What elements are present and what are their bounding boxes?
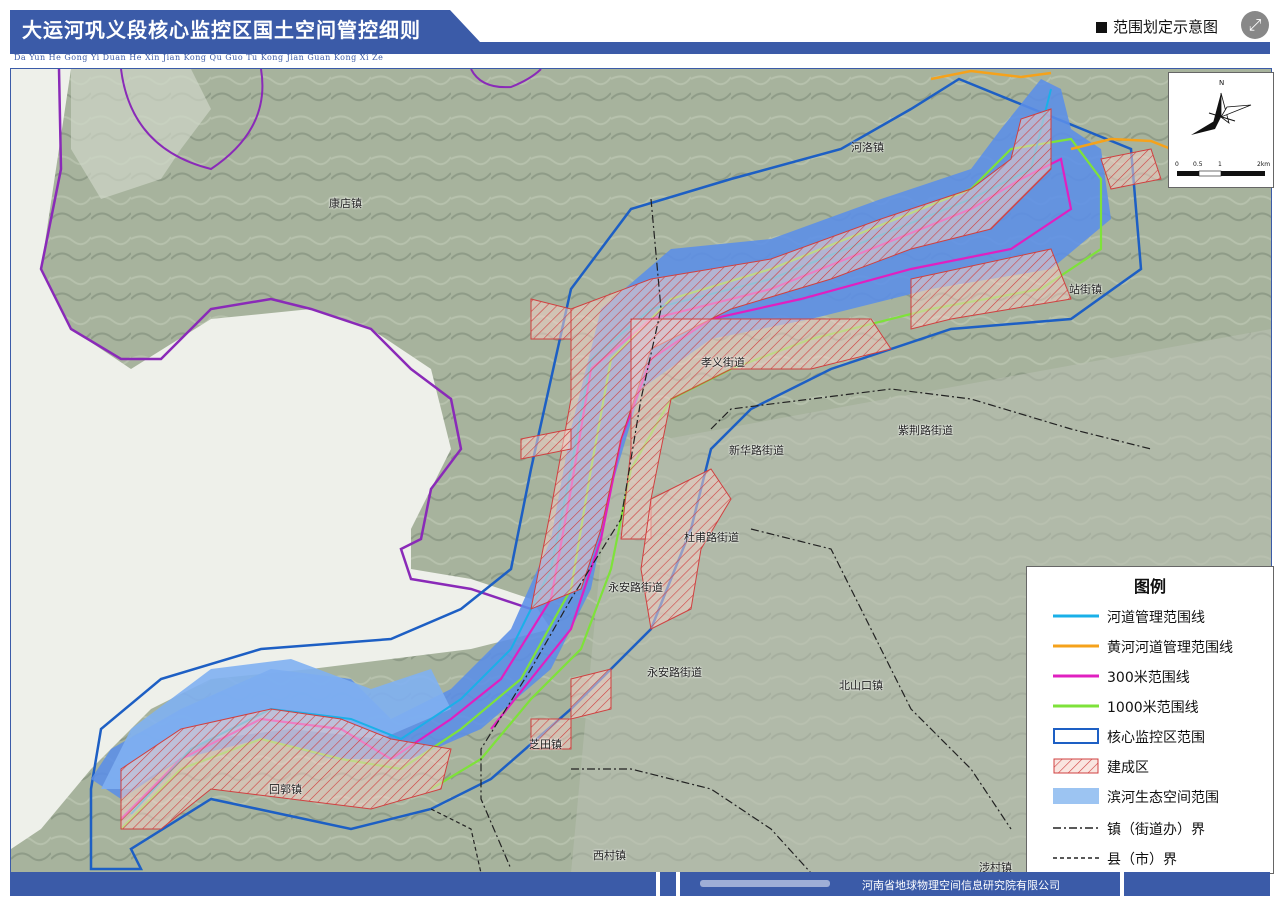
legend-label: 300米范围线	[1107, 670, 1190, 686]
line-swatch-icon	[1053, 614, 1099, 618]
place-label: 北山口镇	[839, 679, 883, 692]
line-swatch-icon	[1053, 704, 1099, 708]
place-label: 永安路街道	[608, 581, 663, 594]
dashdot-swatch-icon	[1053, 827, 1099, 829]
place-label: 河洛镇	[851, 141, 884, 154]
footer-org: 河南省地球物理空间信息研究院有限公司	[862, 879, 1060, 892]
box-swatch-icon	[1053, 728, 1099, 744]
bullet-square-icon	[1096, 22, 1107, 33]
legend-label: 镇（街道办）界	[1107, 822, 1205, 838]
scale-label: 0.5	[1193, 161, 1203, 168]
map-title-text: 范围划定示意图	[1113, 18, 1219, 36]
footer-divider	[656, 872, 660, 896]
place-label: 回郭镇	[269, 783, 302, 796]
place-label: 新华路街道	[729, 444, 784, 457]
header: 大运河巩义段核心监控区国土空间管控细则 Da Yun He Gong Yi Du…	[0, 0, 1280, 68]
legend-label: 建成区	[1107, 760, 1149, 776]
north-arrow-icon: N	[1177, 79, 1265, 177]
legend-title: 图例	[1133, 577, 1166, 596]
scale-label: 1	[1218, 161, 1222, 168]
north-label: N	[1219, 79, 1224, 87]
footer: 河南省地球物理空间信息研究院有限公司	[10, 872, 1270, 896]
scale-label: 2km	[1257, 161, 1271, 168]
page-title: 大运河巩义段核心监控区国土空间管控细则	[22, 18, 421, 42]
place-label: 站街镇	[1069, 283, 1102, 296]
fill-swatch-icon	[1053, 788, 1099, 804]
footer-divider	[1120, 872, 1124, 896]
legend-label: 滨河生态空间范围	[1107, 790, 1219, 806]
footer-watermark	[700, 880, 830, 887]
place-label: 西村镇	[593, 849, 626, 862]
legend-label: 1000米范围线	[1107, 700, 1199, 716]
place-label: 紫荆路街道	[898, 424, 953, 437]
footer-divider	[676, 872, 680, 896]
legend-label: 黄河河道管理范围线	[1107, 640, 1233, 656]
pinyin-subtitle: Da Yun He Gong Yi Duan He Xin Jian Kong …	[14, 53, 384, 62]
scale-label: 0	[1175, 161, 1179, 168]
place-label: 杜甫路街道	[684, 531, 739, 544]
map-title: 范围划定示意图	[1096, 16, 1218, 37]
legend: 图例 河道管理范围线 黄河河道管理范围线 300米范围线 1000米范围线 核心…	[1026, 566, 1274, 874]
expand-icon[interactable]: ⤢	[1241, 11, 1269, 39]
legend-label: 县（市）界	[1107, 852, 1177, 868]
line-swatch-icon	[1053, 644, 1099, 648]
legend-label: 核心监控区范围	[1107, 730, 1205, 746]
hatch-swatch-icon	[1053, 758, 1099, 774]
legend-label: 河道管理范围线	[1107, 610, 1205, 626]
place-label: 芝田镇	[529, 738, 562, 751]
place-label: 永安路街道	[647, 666, 702, 679]
dash-swatch-icon	[1053, 857, 1099, 859]
line-swatch-icon	[1053, 674, 1099, 678]
place-label: 康店镇	[329, 197, 362, 210]
place-label: 孝义街道	[701, 356, 745, 369]
compass-scale-box: N 0 0.5 1 2km	[1168, 72, 1274, 188]
